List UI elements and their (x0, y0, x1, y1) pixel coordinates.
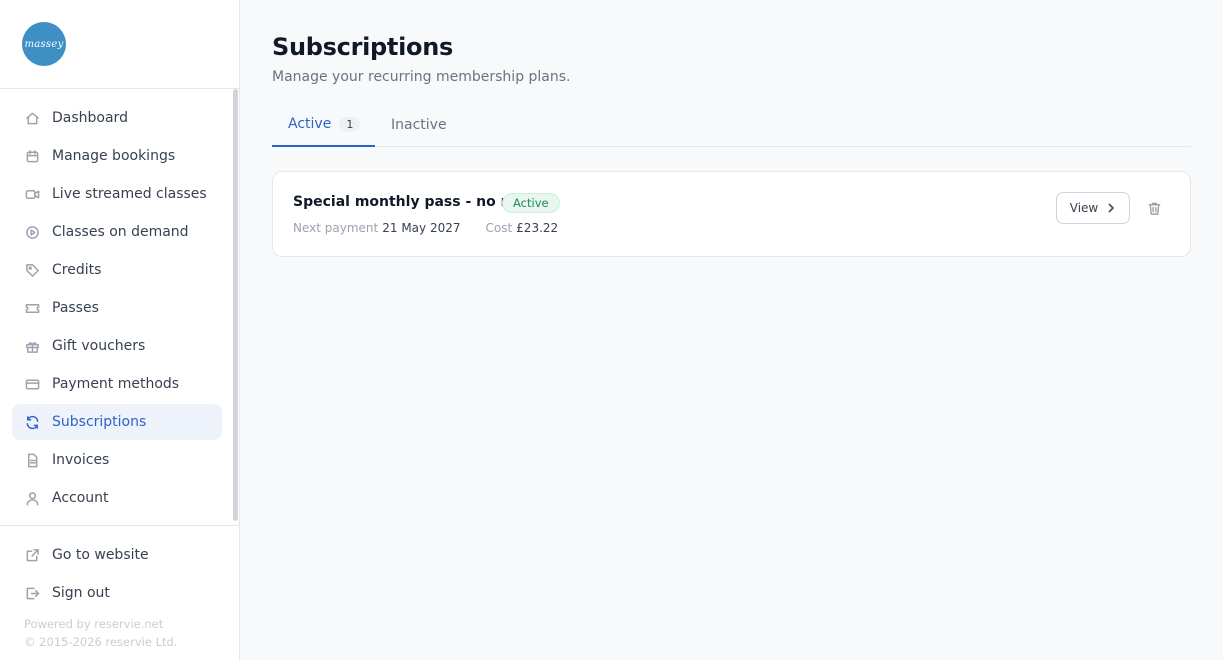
sidebar-item-passes[interactable]: Passes (12, 290, 222, 326)
chevron-right-icon (1108, 203, 1115, 213)
sidebar-item-payment-methods[interactable]: Payment methods (12, 366, 222, 402)
sidebar-item-label: Subscriptions (52, 414, 147, 430)
gift-icon (24, 338, 40, 354)
subscription-card: Special monthly pass - no min Active Nex… (272, 171, 1191, 257)
page-subtitle: Manage your recurring membership plans. (272, 69, 571, 85)
trash-icon (1148, 202, 1160, 215)
sidebar: massey Dashboard Manage bookings Live st… (0, 0, 240, 660)
sidebar-item-subscriptions[interactable]: Subscriptions (12, 404, 222, 440)
document-icon (24, 452, 40, 468)
sidebar-item-label: Live streamed classes (52, 186, 207, 202)
next-payment-value: 21 May 2027 (382, 221, 461, 235)
refresh-icon (24, 414, 40, 430)
sidebar-nav: Dashboard Manage bookings Live streamed … (12, 100, 222, 518)
sidebar-item-label: Payment methods (52, 376, 180, 392)
cost-value: £23.22 (516, 221, 559, 235)
sidebar-item-go-to-website[interactable]: Go to website (12, 537, 222, 573)
sidebar-footer: Powered by reservie.net © 2015-2026 rese… (24, 615, 177, 651)
page-title: Subscriptions (272, 33, 453, 61)
copyright-text: © 2015-2026 reservie Ltd. (24, 635, 178, 649)
calendar-icon (24, 148, 40, 164)
subscription-name: Special monthly pass - no min (293, 194, 530, 210)
tab-inactive[interactable]: Inactive (391, 103, 447, 147)
credit-card-icon (24, 376, 40, 392)
video-icon (24, 186, 40, 202)
subscription-tabs: Active 1 Inactive (272, 103, 1191, 147)
ticket-icon (24, 300, 40, 316)
tab-active[interactable]: Active 1 (272, 103, 375, 147)
tab-label: Inactive (391, 117, 447, 133)
sidebar-item-label: Credits (52, 262, 102, 278)
tab-count-badge: 1 (339, 116, 361, 132)
sidebar-item-live-streamed-classes[interactable]: Live streamed classes (12, 176, 222, 212)
sidebar-item-account[interactable]: Account (12, 480, 222, 516)
sidebar-item-label: Account (52, 490, 109, 506)
cost-label: Cost (485, 221, 513, 235)
view-button[interactable]: View (1056, 192, 1130, 224)
sidebar-item-sign-out[interactable]: Sign out (12, 575, 222, 611)
logo-area: massey (0, 0, 239, 89)
powered-by-text: Powered by reservie.net (24, 617, 164, 631)
sidebar-scrollbar[interactable] (233, 89, 238, 521)
status-badge: Active (502, 193, 560, 213)
sidebar-bottom-nav: Go to website Sign out (12, 537, 222, 613)
delete-button[interactable] (1146, 199, 1162, 217)
sidebar-item-dashboard[interactable]: Dashboard (12, 100, 222, 136)
sidebar-item-label: Sign out (52, 585, 110, 601)
sidebar-item-label: Go to website (52, 547, 149, 563)
sidebar-item-label: Invoices (52, 452, 110, 468)
sidebar-item-label: Classes on demand (52, 224, 189, 240)
sidebar-item-label: Gift vouchers (52, 338, 146, 354)
tag-icon (24, 262, 40, 278)
play-circle-icon (24, 224, 40, 240)
next-payment-label: Next payment (293, 221, 379, 235)
sidebar-item-label: Dashboard (52, 110, 128, 126)
sidebar-item-classes-on-demand[interactable]: Classes on demand (12, 214, 222, 250)
sidebar-item-label: Manage bookings (52, 148, 176, 164)
sign-out-icon (24, 585, 40, 601)
home-icon (24, 110, 40, 126)
brand-logo[interactable]: massey (22, 22, 66, 66)
sidebar-item-gift-vouchers[interactable]: Gift vouchers (12, 328, 222, 364)
sidebar-item-invoices[interactable]: Invoices (12, 442, 222, 478)
view-button-label: View (1069, 201, 1099, 215)
external-link-icon (24, 547, 40, 563)
tab-label: Active (288, 116, 332, 132)
sidebar-item-manage-bookings[interactable]: Manage bookings (12, 138, 222, 174)
sidebar-item-credits[interactable]: Credits (12, 252, 222, 288)
subscription-meta: Next payment 21 May 2027 Cost £23.22 (293, 221, 558, 235)
sidebar-item-label: Passes (52, 300, 99, 316)
user-icon (24, 490, 40, 506)
sidebar-divider (0, 525, 239, 526)
